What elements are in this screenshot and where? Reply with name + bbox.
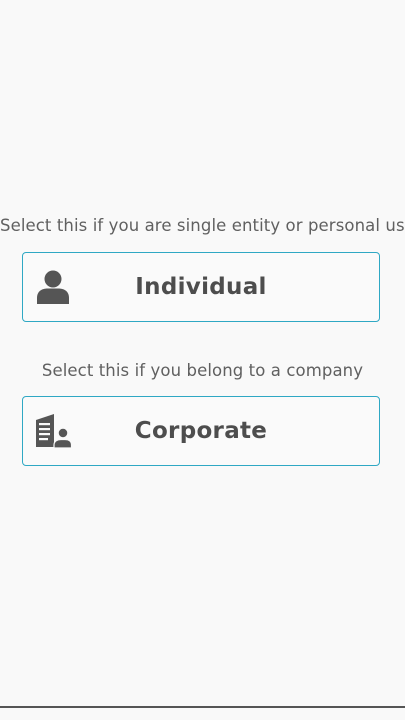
individual-hint-text: Select this if you are single entity or … — [0, 216, 405, 235]
individual-button[interactable]: Individual — [22, 252, 380, 322]
corporate-label: Corporate — [134, 418, 268, 444]
bottom-divider — [0, 706, 405, 708]
corporate-button[interactable]: Corporate — [22, 396, 380, 466]
person-icon — [34, 267, 72, 307]
corporate-hint-text: Select this if you belong to a company — [41, 361, 364, 380]
building-person-icon — [34, 411, 72, 451]
individual-label: Individual — [135, 274, 267, 300]
